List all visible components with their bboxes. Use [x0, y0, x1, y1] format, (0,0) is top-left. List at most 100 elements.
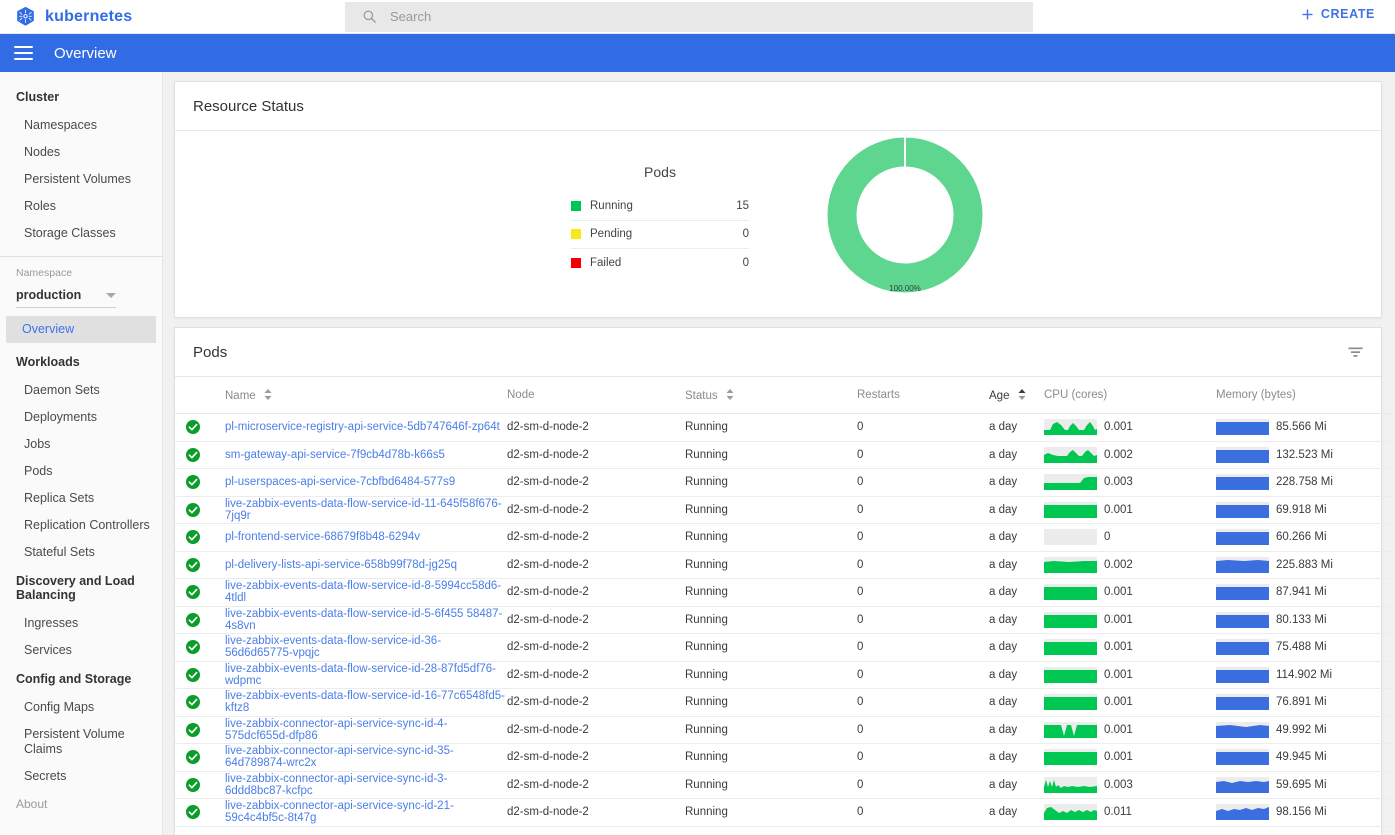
sidebar-item-replica-sets[interactable]: Replica Sets	[0, 485, 162, 512]
pagination-prev-button[interactable]: <	[1276, 831, 1305, 835]
sidebar-item-namespaces[interactable]: Namespaces	[0, 112, 162, 139]
table-row[interactable]: live-zabbix-events-data-flow-service-id-…	[175, 496, 1395, 524]
sidebar-item-persistent-volumes[interactable]: Persistent Volumes	[0, 166, 162, 193]
sidebar-item-deployments[interactable]: Deployments	[0, 404, 162, 431]
cpu-value: 0.002	[1104, 448, 1133, 461]
sidebar-item-stateful-sets[interactable]: Stateful Sets	[0, 539, 162, 566]
pagination-first-button[interactable]: |<	[1247, 831, 1276, 835]
sidebar-item-replication-controllers[interactable]: Replication Controllers	[0, 512, 162, 539]
row-restarts-cell: 0	[857, 798, 989, 827]
sidebar-item-jobs[interactable]: Jobs	[0, 431, 162, 458]
row-age-cell: a day	[989, 441, 1044, 469]
table-row[interactable]: live-zabbix-events-data-flow-service-id-…	[175, 606, 1395, 634]
pods-donut-chart: 100.00%	[825, 135, 985, 305]
row-name-cell[interactable]: pl-microservice-registry-api-service-5db…	[207, 413, 507, 442]
pod-name-link[interactable]: live-zabbix-connector-api-service-sync-i…	[207, 773, 507, 797]
sidebar-item-daemon-sets[interactable]: Daemon Sets	[0, 377, 162, 404]
pod-name-link[interactable]: live-zabbix-events-data-flow-service-id-…	[207, 580, 507, 604]
sidebar-item-about[interactable]: About	[0, 790, 162, 817]
pod-name-link[interactable]: pl-frontend-service-68679f8b48-6294v	[207, 531, 420, 543]
row-name-cell[interactable]: pl-frontend-service-68679f8b48-6294v	[207, 523, 507, 552]
filter-icon[interactable]	[1347, 344, 1364, 361]
sidebar-item-storage-classes[interactable]: Storage Classes	[0, 220, 162, 247]
pod-name-link[interactable]: sm-gateway-api-service-7f9cb4d78b-k66s5	[207, 449, 445, 461]
row-restarts-cell: 0	[857, 633, 989, 662]
row-node-cell: d2-sm-d-node-2	[507, 688, 685, 717]
table-row[interactable]: live-zabbix-connector-api-service-sync-i…	[175, 716, 1395, 744]
pod-name-link[interactable]: live-zabbix-events-data-flow-service-id-…	[207, 663, 507, 687]
pod-name-link[interactable]: live-zabbix-events-data-flow-service-id-…	[207, 635, 507, 659]
table-row[interactable]: pl-frontend-service-68679f8b48-6294v d2-s…	[175, 523, 1395, 552]
pod-name-link[interactable]: pl-microservice-registry-api-service-5db…	[207, 421, 500, 433]
row-node-cell: d2-sm-d-node-2	[507, 716, 685, 744]
pod-name-link[interactable]: live-zabbix-events-data-flow-service-id-…	[207, 690, 507, 714]
search-bar[interactable]	[345, 1, 1033, 32]
sidebar-item-persistent-volume-claims[interactable]: Persistent Volume Claims	[0, 721, 162, 763]
table-row[interactable]: live-zabbix-connector-api-service-sync-i…	[175, 771, 1395, 799]
legend-label-failed: Failed	[590, 256, 622, 269]
row-name-cell[interactable]: live-zabbix-connector-api-service-sync-i…	[207, 798, 507, 827]
row-memory-cell: 75.488 Mi	[1216, 633, 1395, 662]
table-row[interactable]: live-zabbix-events-data-flow-service-id-…	[175, 661, 1395, 689]
create-button[interactable]: CREATE	[1295, 6, 1381, 22]
table-row[interactable]: pl-delivery-lists-api-service-658b99f78d…	[175, 551, 1395, 579]
table-row[interactable]: live-zabbix-connector-api-service-sync-i…	[175, 798, 1395, 827]
sidebar-item-secrets[interactable]: Secrets	[0, 763, 162, 790]
pod-name-link[interactable]: live-zabbix-connector-api-service-sync-i…	[207, 800, 507, 824]
sidebar-item-nodes[interactable]: Nodes	[0, 139, 162, 166]
header-node: Node	[507, 377, 685, 414]
row-name-cell[interactable]: live-zabbix-events-data-flow-service-id-…	[207, 688, 507, 717]
row-name-cell[interactable]: live-zabbix-connector-api-service-sync-i…	[207, 771, 507, 799]
sidebar-item-config-maps[interactable]: Config Maps	[0, 694, 162, 721]
row-status-cell: Running	[685, 578, 857, 607]
table-row[interactable]: live-zabbix-connector-api-service-sync-i…	[175, 743, 1395, 772]
cpu-value: 0.001	[1104, 421, 1133, 434]
row-status-cell: Running	[685, 771, 857, 799]
sidebar-item-services[interactable]: Services	[0, 637, 162, 664]
table-row[interactable]: live-zabbix-events-data-flow-service-id-…	[175, 633, 1395, 662]
check-circle-icon	[186, 777, 200, 792]
pod-name-link[interactable]: live-zabbix-events-data-flow-service-id-…	[207, 608, 507, 632]
sidebar-item-ingresses[interactable]: Ingresses	[0, 610, 162, 637]
row-name-cell[interactable]: live-zabbix-connector-api-service-sync-i…	[207, 743, 507, 772]
pod-name-link[interactable]: live-zabbix-connector-api-service-sync-i…	[207, 718, 507, 742]
cpu-value: 0.003	[1104, 778, 1133, 791]
memory-value: 225.883 Mi	[1276, 558, 1333, 571]
row-name-cell[interactable]: live-zabbix-events-data-flow-service-id-…	[207, 496, 507, 524]
cpu-sparkline	[1044, 556, 1097, 573]
sidebar-item-overview[interactable]: Overview	[6, 316, 156, 343]
cpu-sparkline	[1044, 749, 1097, 766]
header-status[interactable]: Status	[685, 377, 857, 414]
search-input[interactable]	[388, 8, 988, 25]
table-row[interactable]: sm-gateway-api-service-7f9cb4d78b-k66s5 d…	[175, 441, 1395, 469]
sidebar-item-pods[interactable]: Pods	[0, 458, 162, 485]
table-row[interactable]: pl-userspaces-api-service-7cbfbd6484-577…	[175, 468, 1395, 497]
create-button-label: CREATE	[1320, 7, 1375, 21]
namespace-select[interactable]: production	[16, 288, 116, 308]
row-name-cell[interactable]: live-zabbix-connector-api-service-sync-i…	[207, 716, 507, 744]
pod-name-link[interactable]: live-zabbix-connector-api-service-sync-i…	[207, 745, 507, 769]
row-name-cell[interactable]: pl-delivery-lists-api-service-658b99f78d…	[207, 551, 507, 579]
pod-name-link[interactable]: pl-delivery-lists-api-service-658b99f78d…	[207, 559, 457, 571]
header-age[interactable]: Age	[989, 377, 1044, 414]
row-name-cell[interactable]: live-zabbix-events-data-flow-service-id-…	[207, 633, 507, 662]
header-restarts: Restarts	[857, 377, 989, 414]
table-row[interactable]: pl-microservice-registry-api-service-5db…	[175, 413, 1395, 442]
header-name[interactable]: Name	[207, 377, 507, 414]
pod-name-link[interactable]: pl-userspaces-api-service-7cbfbd6484-577…	[207, 476, 455, 488]
row-name-cell[interactable]: pl-userspaces-api-service-7cbfbd6484-577…	[207, 468, 507, 497]
table-row[interactable]: live-zabbix-events-data-flow-service-id-…	[175, 578, 1395, 607]
row-name-cell[interactable]: live-zabbix-events-data-flow-service-id-…	[207, 661, 507, 689]
row-name-cell[interactable]: live-zabbix-events-data-flow-service-id-…	[207, 606, 507, 634]
menu-toggle-icon[interactable]	[14, 46, 33, 60]
row-name-cell[interactable]: live-zabbix-events-data-flow-service-id-…	[207, 578, 507, 607]
pagination-last-button[interactable]: >|	[1334, 831, 1363, 835]
brand[interactable]: kubernetes	[0, 6, 345, 27]
memory-sparkline	[1216, 694, 1269, 711]
sidebar-item-roles[interactable]: Roles	[0, 193, 162, 220]
pod-name-link[interactable]: live-zabbix-events-data-flow-service-id-…	[207, 498, 507, 522]
row-name-cell[interactable]: sm-gateway-api-service-7f9cb4d78b-k66s5	[207, 441, 507, 469]
sidebar: Cluster Namespaces Nodes Persistent Volu…	[0, 72, 163, 835]
table-row[interactable]: live-zabbix-events-data-flow-service-id-…	[175, 688, 1395, 717]
pagination-next-button[interactable]: >	[1305, 831, 1334, 835]
